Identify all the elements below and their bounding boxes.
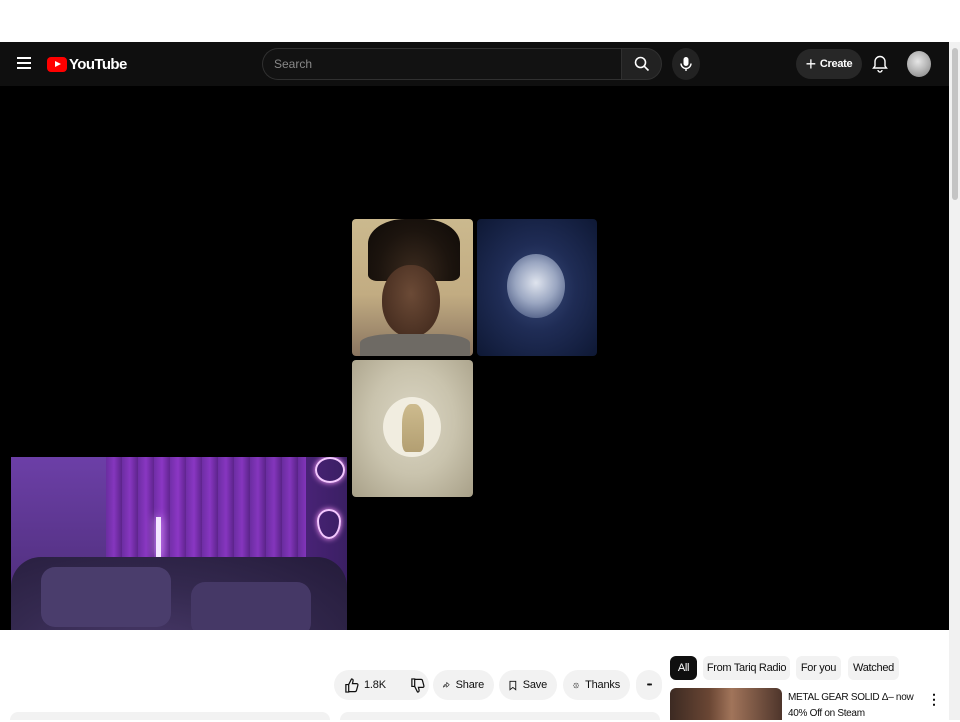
neon-alien-sign: [317, 509, 341, 539]
masthead: YouTube + Create: [0, 42, 949, 86]
video-tile-beige-figure: [352, 360, 473, 497]
notifications-button[interactable]: [868, 52, 892, 76]
like-count: 1.8K: [364, 679, 386, 691]
chip-watched[interactable]: Watched: [848, 656, 899, 680]
avatar[interactable]: [907, 51, 931, 77]
super-thanks-icon: $: [573, 681, 580, 689]
youtube-logo[interactable]: YouTube: [47, 53, 127, 75]
recommended-video-menu-icon[interactable]: ⋮: [927, 689, 941, 709]
microphone-icon: [680, 57, 692, 71]
create-button[interactable]: + Create: [796, 49, 862, 79]
chip-for-you[interactable]: For you: [796, 656, 841, 680]
save-button[interactable]: Save: [499, 670, 557, 700]
scrollbar-thumb[interactable]: [952, 48, 958, 200]
video-tile-face: [352, 219, 473, 356]
share-label: Share: [455, 679, 485, 691]
thumbs-up-icon: [345, 677, 359, 693]
video-tile-blue-orb: [477, 219, 597, 356]
search-button[interactable]: [621, 48, 662, 80]
voice-search-button[interactable]: [672, 48, 700, 80]
share-button[interactable]: Share: [433, 670, 494, 700]
more-actions-label: •••: [646, 681, 652, 689]
svg-text:$: $: [575, 683, 577, 687]
thumbs-down-icon: [411, 677, 425, 693]
plus-icon: +: [805, 54, 817, 74]
search-input[interactable]: [263, 49, 622, 79]
hamburger-icon[interactable]: [14, 54, 34, 74]
bottom-card-left: [10, 712, 330, 720]
chip-from-tariq-radio[interactable]: From Tariq Radio: [703, 656, 790, 680]
save-label: Save: [522, 679, 547, 691]
logo-text: YouTube: [69, 55, 127, 73]
top-blank-area: [0, 0, 960, 42]
like-button[interactable]: 1.8K: [344, 677, 386, 693]
dislike-button[interactable]: [410, 677, 425, 693]
chip-all[interactable]: All: [670, 656, 697, 680]
neon-planet-sign: [315, 457, 345, 483]
recommended-video-thumbnail[interactable]: [670, 688, 782, 720]
share-arrow-icon: [443, 681, 450, 688]
youtube-play-icon: [47, 56, 67, 72]
search-box: [262, 48, 622, 80]
bookmark-icon: [509, 680, 517, 691]
thanks-button[interactable]: $ Thanks: [563, 670, 630, 700]
recommended-video-title[interactable]: METAL GEAR SOLID Δ– now 40% Off on Steam: [788, 690, 918, 722]
recommended-video-title-line1: METAL GEAR SOLID Δ– now: [788, 692, 914, 703]
more-actions-button[interactable]: •••: [636, 670, 662, 700]
bell-icon: [872, 55, 888, 73]
search-icon: [634, 56, 649, 72]
bottom-card-right: [340, 712, 660, 720]
like-dislike-group: 1.8K: [334, 670, 429, 700]
create-label: Create: [819, 58, 853, 70]
thanks-label: Thanks: [585, 679, 620, 691]
